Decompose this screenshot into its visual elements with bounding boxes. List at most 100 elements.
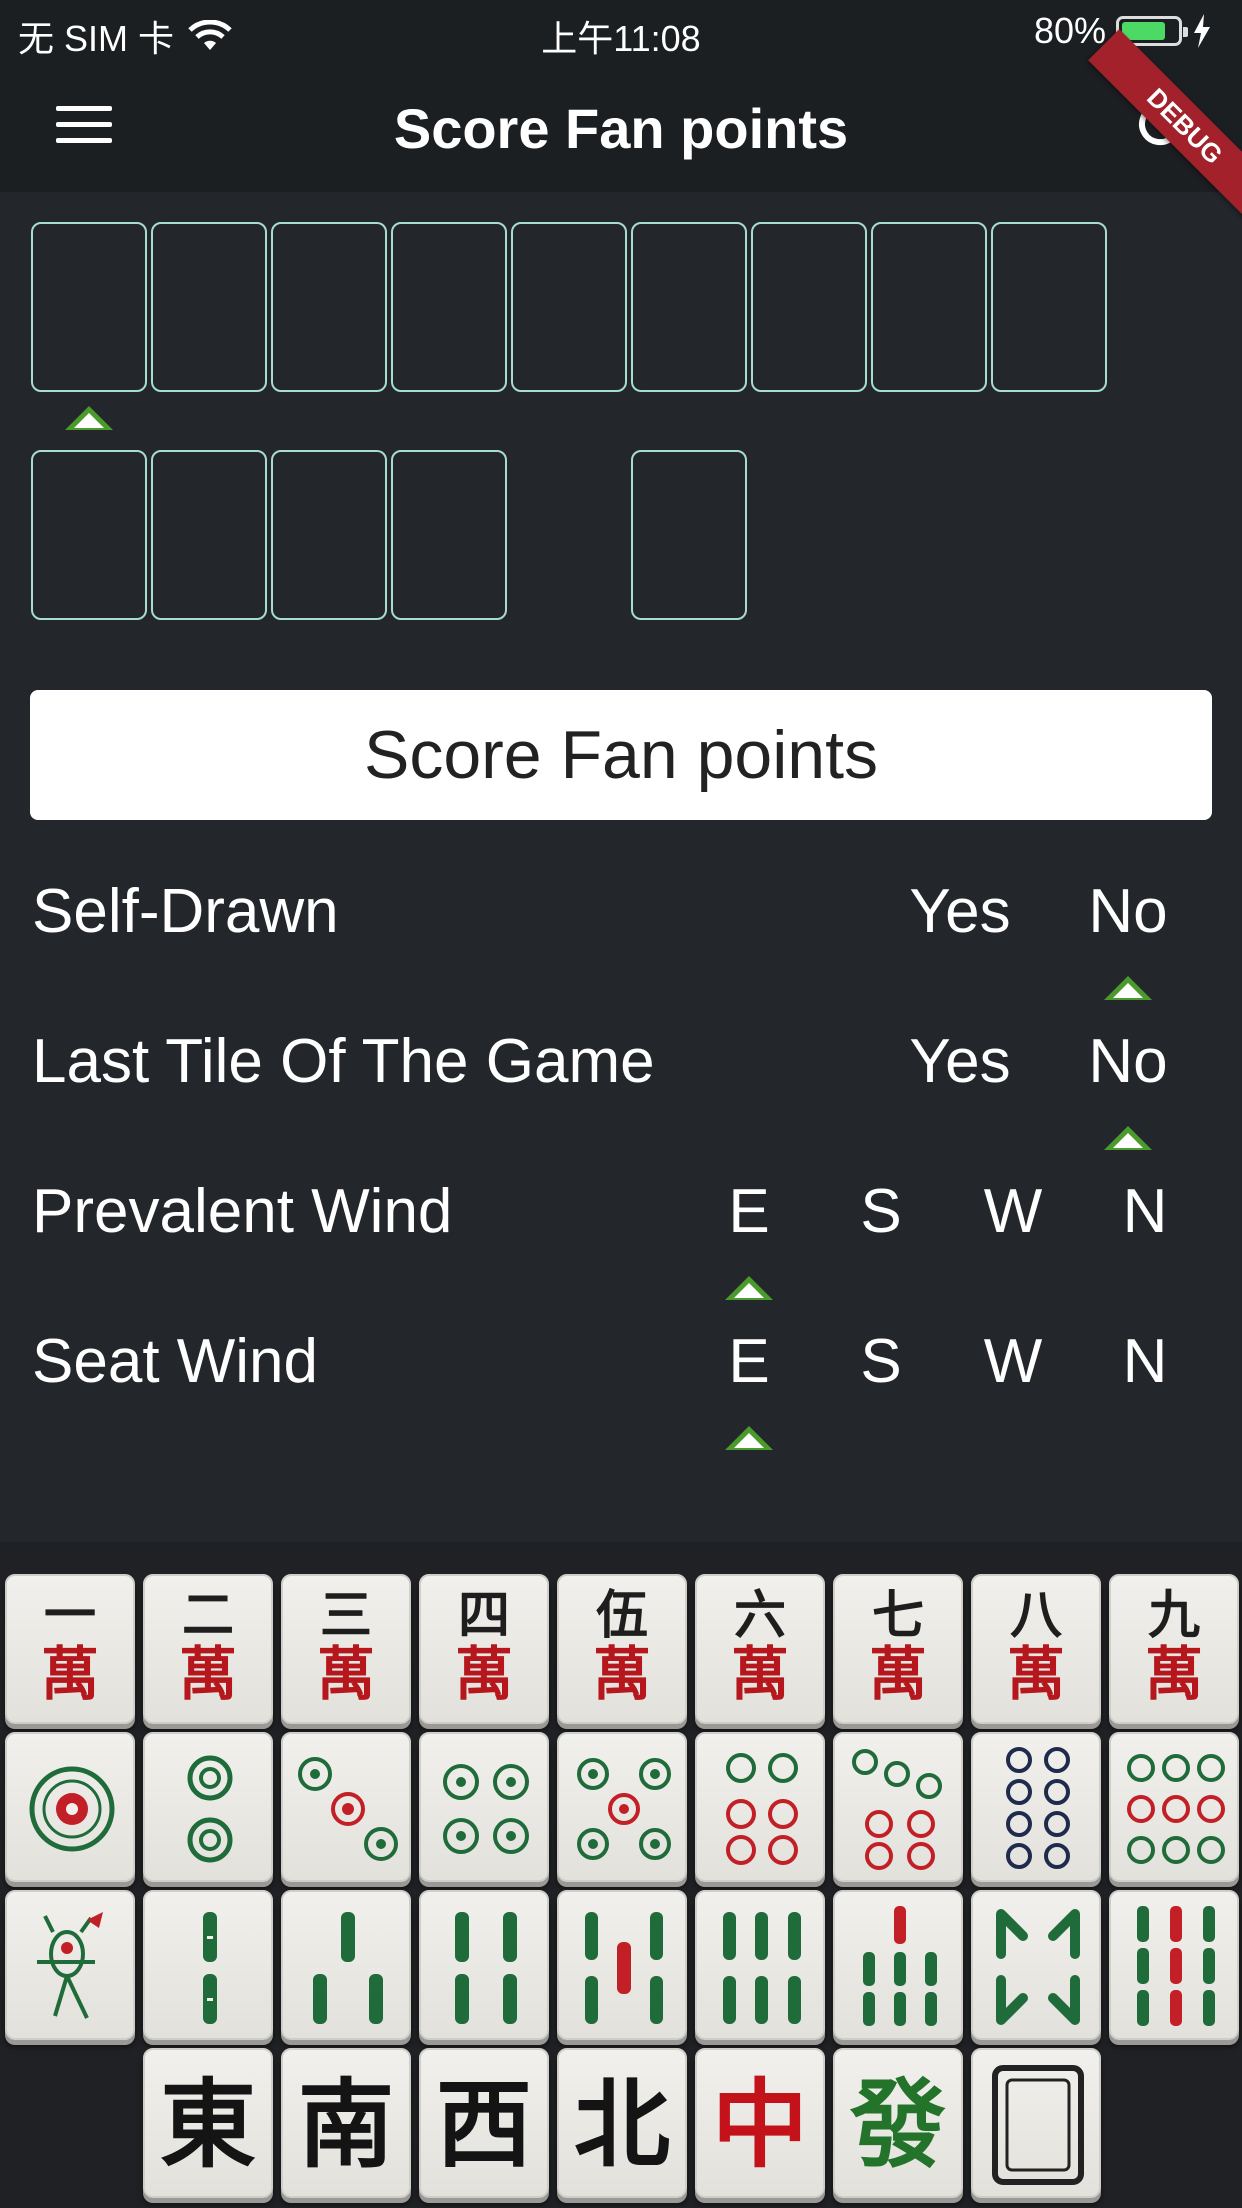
option-choice-yes[interactable]: Yes bbox=[890, 876, 1030, 947]
tile-number: 三 bbox=[319, 1585, 372, 1646]
tile-suit: 萬 bbox=[316, 1640, 375, 1708]
tile-bamboo-5[interactable] bbox=[557, 1890, 687, 2040]
winning-tile-slot[interactable] bbox=[631, 450, 747, 620]
option-choice-north[interactable]: N bbox=[1075, 1326, 1215, 1397]
tile-suit: 萬 bbox=[730, 1640, 789, 1708]
bamboo-6-icon bbox=[723, 1912, 801, 2024]
white-dragon-icon bbox=[992, 2065, 1084, 2185]
circle-8-icon bbox=[1006, 1747, 1070, 1869]
hand-slot[interactable] bbox=[511, 222, 627, 392]
option-choice-west[interactable]: W bbox=[943, 1176, 1083, 1247]
option-choice-west[interactable]: W bbox=[943, 1326, 1083, 1397]
tile-bamboo-1[interactable] bbox=[5, 1890, 135, 2040]
tile-suit: 萬 bbox=[868, 1640, 927, 1708]
circle-7-icon bbox=[852, 1749, 942, 1870]
tile-character-9[interactable]: 九萬 bbox=[1109, 1574, 1239, 1724]
option-choice-east[interactable]: E bbox=[679, 1176, 819, 1247]
option-choice-no[interactable]: No bbox=[1058, 1026, 1198, 1097]
hand-slot[interactable] bbox=[271, 450, 387, 620]
tile-east-wind[interactable]: 東 bbox=[143, 2048, 273, 2198]
hand-slot[interactable] bbox=[31, 450, 147, 620]
tile-character-5[interactable]: 伍萬 bbox=[557, 1574, 687, 1724]
score-button[interactable]: Score Fan points bbox=[30, 690, 1212, 820]
tile-bamboo-3[interactable] bbox=[281, 1890, 411, 2040]
option-label: Seat Wind bbox=[32, 1327, 319, 1396]
tile-number: 七 bbox=[871, 1585, 924, 1646]
tile-dots-1[interactable] bbox=[5, 1732, 135, 1882]
tile-bamboo-2[interactable] bbox=[143, 1890, 273, 2040]
tile-number: 四 bbox=[457, 1585, 510, 1646]
selected-slot-marker-icon bbox=[65, 406, 113, 430]
hand-slot[interactable] bbox=[271, 222, 387, 392]
hand-slot[interactable] bbox=[151, 450, 267, 620]
app-bar: Score Fan points DEBUG bbox=[0, 29, 1242, 223]
tile-bamboo-6[interactable] bbox=[695, 1890, 825, 2040]
option-choice-south[interactable]: S bbox=[811, 1326, 951, 1397]
circle-9-icon bbox=[1127, 1754, 1225, 1864]
tile-suit: 萬 bbox=[592, 1640, 651, 1708]
circle-5-icon bbox=[577, 1758, 671, 1860]
option-label: Self-Drawn bbox=[32, 877, 339, 946]
option-choice-no[interactable]: No bbox=[1058, 876, 1198, 947]
option-choice-east[interactable]: E bbox=[679, 1326, 819, 1397]
tile-dots-2[interactable] bbox=[143, 1732, 273, 1882]
tile-red-dragon[interactable]: 中 bbox=[695, 2048, 825, 2198]
bamboo-8-icon bbox=[996, 1909, 1080, 2025]
tile-dots-6[interactable] bbox=[695, 1732, 825, 1882]
tile-dots-4[interactable] bbox=[419, 1732, 549, 1882]
bamboo-3-icon bbox=[313, 1912, 383, 2024]
tile-bamboo-4[interactable] bbox=[419, 1890, 549, 2040]
tile-suit: 萬 bbox=[178, 1640, 237, 1708]
tile-dots-5[interactable] bbox=[557, 1732, 687, 1882]
tile-glyph: 西 bbox=[436, 2068, 532, 2181]
hand-slot[interactable] bbox=[871, 222, 987, 392]
hand-slot[interactable] bbox=[391, 450, 507, 620]
tile-suit: 萬 bbox=[1006, 1640, 1065, 1708]
hand-slot[interactable] bbox=[151, 222, 267, 392]
tile-west-wind[interactable]: 西 bbox=[419, 2048, 549, 2198]
tile-dots-8[interactable] bbox=[971, 1732, 1101, 1882]
tile-character-7[interactable]: 七萬 bbox=[833, 1574, 963, 1724]
tile-glyph: 中 bbox=[712, 2068, 808, 2181]
tile-suit: 萬 bbox=[454, 1640, 513, 1708]
tile-north-wind[interactable]: 北 bbox=[557, 2048, 687, 2198]
charging-bolt-icon bbox=[1194, 14, 1210, 48]
option-label: Prevalent Wind bbox=[32, 1177, 453, 1246]
bamboo-5-icon bbox=[585, 1912, 663, 2024]
tile-palette: 一萬 二萬 三萬 四萬 伍萬 六萬 七萬 八萬 九萬 東 南 西 北 中 發 bbox=[0, 1542, 1242, 2208]
option-choice-yes[interactable]: Yes bbox=[890, 1026, 1030, 1097]
option-choice-north[interactable]: N bbox=[1075, 1176, 1215, 1247]
tile-character-4[interactable]: 四萬 bbox=[419, 1574, 549, 1724]
tile-bamboo-7[interactable] bbox=[833, 1890, 963, 2040]
tile-number: 一 bbox=[43, 1585, 96, 1646]
hand-slot[interactable] bbox=[631, 222, 747, 392]
hand-slot[interactable] bbox=[751, 222, 867, 392]
selected-choice-marker-icon bbox=[1104, 976, 1152, 1000]
tile-white-dragon[interactable] bbox=[971, 2048, 1101, 2198]
tile-character-3[interactable]: 三萬 bbox=[281, 1574, 411, 1724]
tile-number: 伍 bbox=[595, 1585, 648, 1646]
hand-slot[interactable] bbox=[991, 222, 1107, 392]
tile-suit: 萬 bbox=[40, 1640, 99, 1708]
tile-number: 九 bbox=[1147, 1585, 1200, 1646]
tile-dots-3[interactable] bbox=[281, 1732, 411, 1882]
hand-slot[interactable] bbox=[391, 222, 507, 392]
tile-character-2[interactable]: 二萬 bbox=[143, 1574, 273, 1724]
selected-choice-marker-icon bbox=[1104, 1126, 1152, 1150]
tile-bamboo-8[interactable] bbox=[971, 1890, 1101, 2040]
tile-glyph: 北 bbox=[574, 2068, 670, 2181]
bamboo-1-icon bbox=[37, 1912, 103, 2019]
tile-south-wind[interactable]: 南 bbox=[281, 2048, 411, 2198]
option-choice-south[interactable]: S bbox=[811, 1176, 951, 1247]
tile-bamboo-9[interactable] bbox=[1109, 1890, 1239, 2040]
selected-choice-marker-icon bbox=[725, 1426, 773, 1450]
tile-character-6[interactable]: 六萬 bbox=[695, 1574, 825, 1724]
tile-green-dragon[interactable]: 發 bbox=[833, 2048, 963, 2198]
circle-6-icon bbox=[726, 1753, 798, 1865]
tile-character-8[interactable]: 八萬 bbox=[971, 1574, 1101, 1724]
hand-slot[interactable] bbox=[31, 222, 147, 392]
page-title: Score Fan points bbox=[393, 97, 849, 160]
tile-character-1[interactable]: 一萬 bbox=[5, 1574, 135, 1724]
tile-dots-9[interactable] bbox=[1109, 1732, 1239, 1882]
tile-dots-7[interactable] bbox=[833, 1732, 963, 1882]
